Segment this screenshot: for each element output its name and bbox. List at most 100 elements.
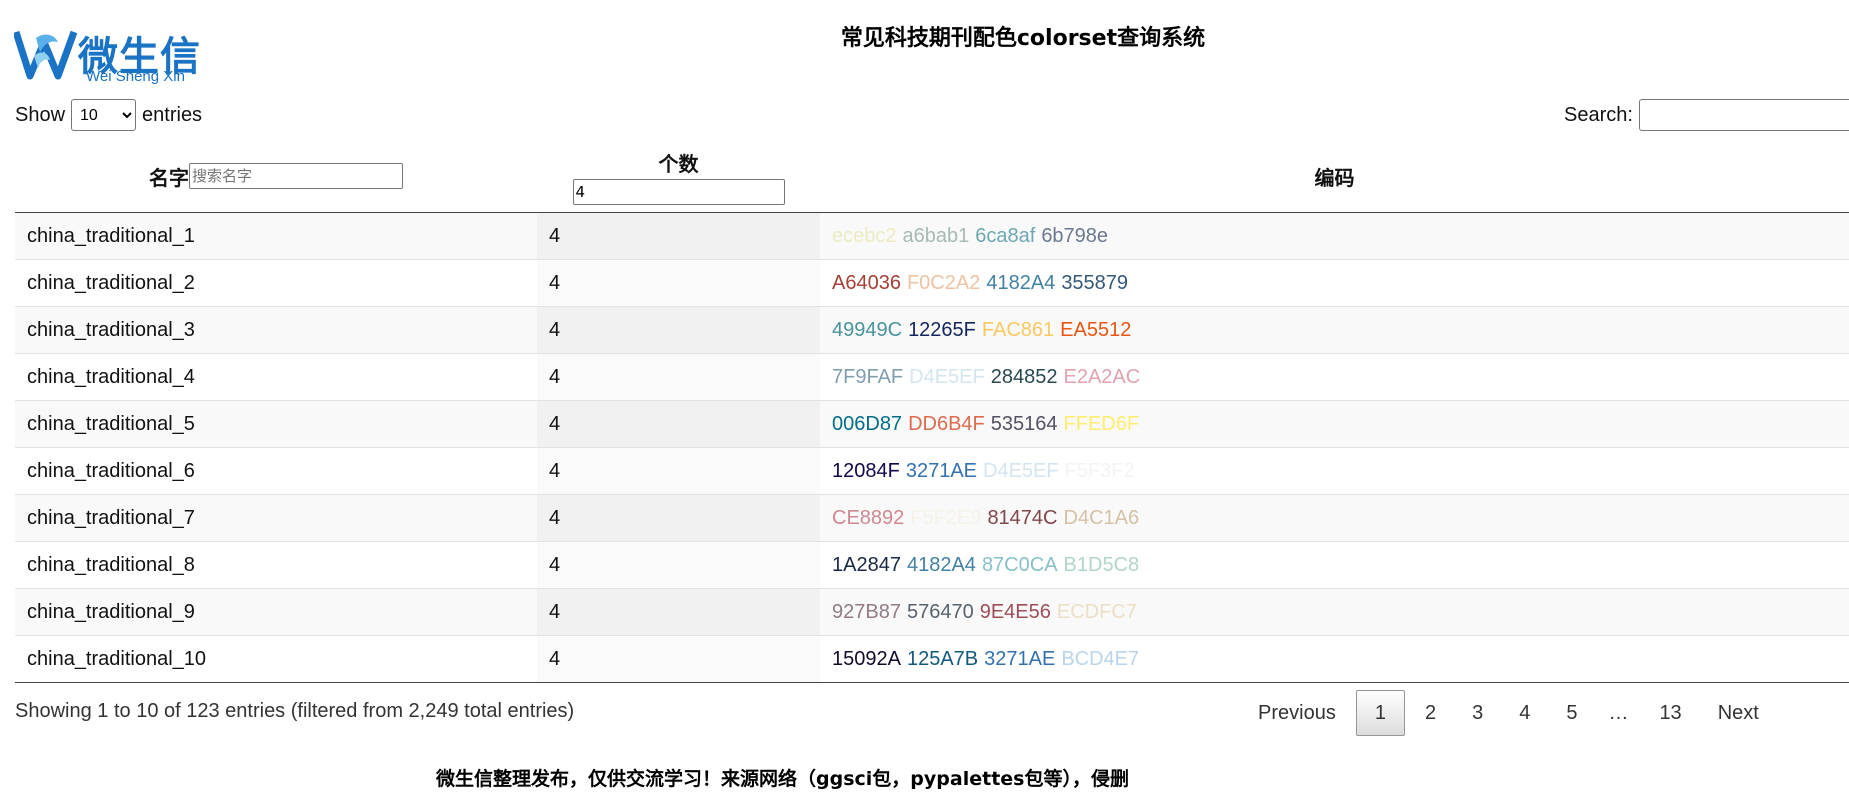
page-button-5[interactable]: 5: [1550, 690, 1593, 736]
colorset-name-cell: china_traditional_2: [15, 259, 537, 307]
table-row: china_traditional_1 4 ecebc2 a6bab1 6ca8af 6b…: [15, 212, 1849, 260]
page-button-4[interactable]: 4: [1503, 690, 1546, 736]
table-row: china_traditional_5 4 006D87 DD6B4F 535164 FF…: [15, 400, 1849, 448]
colorset-name-cell: china_traditional_8: [15, 541, 537, 589]
page-button-1[interactable]: 1: [1355, 690, 1405, 736]
color-code: 6b798e: [1041, 224, 1109, 247]
page-button-13[interactable]: 13: [1643, 690, 1697, 736]
color-code: CE8892: [832, 506, 905, 529]
column-name-label: 名字: [149, 165, 189, 190]
colorset-name-cell: china_traditional_9: [15, 588, 537, 636]
color-code: F0C2A2: [906, 271, 981, 294]
table-header-row: 名字 个数 编码: [15, 140, 1849, 213]
color-code: FAC861: [981, 318, 1055, 341]
page-button-3[interactable]: 3: [1456, 690, 1499, 736]
color-code: 355879: [1061, 271, 1129, 294]
color-code: FFED6F: [1063, 412, 1140, 435]
color-code: 9E4E56: [979, 600, 1051, 623]
color-code: E2A2AC: [1063, 365, 1141, 388]
pagination: Previous 1 2 3 4 5 … 13 Next: [1240, 690, 1777, 736]
pagination-ellipsis: …: [1608, 702, 1629, 724]
table-row: china_traditional_4 4 7F9FAF D4E5EF 284852 E2…: [15, 353, 1849, 401]
table-search: Search:: [1564, 99, 1849, 131]
color-codes-cell: CE8892 F5F2E9 81474C D4C1A6: [820, 494, 1849, 542]
table-row: china_traditional_10 4 15092A 125A7B 3271AE B…: [15, 635, 1849, 683]
colorset-name-cell: china_traditional_3: [15, 306, 537, 354]
table-row: china_traditional_9 4 927B87 576470 9E4E56 EC…: [15, 588, 1849, 636]
color-code: 535164: [990, 412, 1058, 435]
length-suffix-label: entries: [142, 103, 203, 126]
color-code: ECDFC7: [1056, 600, 1137, 623]
color-count-cell: 4: [537, 447, 820, 495]
length-prefix-label: Show: [15, 103, 66, 126]
color-codes-cell: 927B87 576470 9E4E56 ECDFC7: [820, 588, 1849, 636]
colorset-name-cell: china_traditional_6: [15, 447, 537, 495]
color-count-cell: 4: [537, 541, 820, 589]
color-code: BCD4E7: [1061, 647, 1140, 670]
color-code: 284852: [990, 365, 1058, 388]
color-count-cell: 4: [537, 212, 820, 260]
page-title: 常见科技期刊配色colorset查询系统: [840, 26, 1206, 51]
color-code: 576470: [906, 600, 974, 623]
color-codes-cell: 12084F 3271AE D4E5EF F5F3F2: [820, 447, 1849, 495]
table-row: china_traditional_6 4 12084F 3271AE D4E5EF F5…: [15, 447, 1849, 495]
color-code: 49949C: [832, 318, 903, 341]
column-header-count[interactable]: 个数: [537, 140, 820, 213]
color-code: 12265F: [908, 318, 976, 341]
color-code: D4C1A6: [1063, 506, 1140, 529]
color-codes-cell: 1A2847 4182A4 87C0CA B1D5C8: [820, 541, 1849, 589]
page-button-2[interactable]: 2: [1409, 690, 1452, 736]
color-count-cell: 4: [537, 353, 820, 401]
color-count-cell: 4: [537, 400, 820, 448]
color-code: F5F2E9: [910, 506, 982, 529]
colorset-name-cell: china_traditional_5: [15, 400, 537, 448]
column-header-codes[interactable]: 编码: [820, 140, 1849, 213]
color-code: ecebc2: [832, 224, 897, 247]
table-row: china_traditional_2 4 A64036 F0C2A2 4182A4 35…: [15, 259, 1849, 307]
footer-note: 微生信整理发布，仅供交流学习！来源网络（ggsci包，pypalettes包等）…: [0, 764, 1849, 791]
table-row: china_traditional_7 4 CE8892 F5F2E9 81474C D4…: [15, 494, 1849, 542]
color-code: 006D87: [832, 412, 903, 435]
color-count-cell: 4: [537, 588, 820, 636]
color-codes-cell: 15092A 125A7B 3271AE BCD4E7: [820, 635, 1849, 683]
color-codes-cell: 006D87 DD6B4F 535164 FFED6F: [820, 400, 1849, 448]
color-code: 6ca8af: [975, 224, 1036, 247]
next-button[interactable]: Next: [1702, 690, 1775, 736]
footer-text: 微生信整理发布，仅供交流学习！来源网络（ggsci包，pypalettes包等）…: [436, 768, 1129, 790]
brand-name-en: Wei Sheng Xin: [86, 68, 185, 85]
name-filter-input[interactable]: [189, 163, 403, 189]
color-code: B1D5C8: [1063, 553, 1140, 576]
entries-per-page-select[interactable]: 10: [71, 99, 137, 131]
column-header-name[interactable]: 名字: [15, 140, 537, 213]
color-codes-cell: ecebc2 a6bab1 6ca8af 6b798e: [820, 212, 1849, 260]
previous-button[interactable]: Previous: [1242, 690, 1352, 736]
color-count-cell: 4: [537, 635, 820, 683]
color-code: 81474C: [987, 506, 1058, 529]
table-body: china_traditional_1 4 ecebc2 a6bab1 6ca8af 6b…: [15, 212, 1849, 683]
color-code: 87C0CA: [981, 553, 1058, 576]
table-row: china_traditional_8 4 1A2847 4182A4 87C0CA B1…: [15, 541, 1849, 589]
color-code: a6bab1: [902, 224, 970, 247]
color-count-cell: 4: [537, 259, 820, 307]
color-code: 15092A: [832, 647, 901, 670]
color-code: 4182A4: [906, 553, 976, 576]
column-count-label: 个数: [658, 151, 699, 176]
color-codes-cell: A64036 F0C2A2 4182A4 355879: [820, 259, 1849, 307]
color-code: EA5512: [1060, 318, 1132, 341]
color-code: 4182A4: [986, 271, 1056, 294]
search-input[interactable]: [1638, 99, 1849, 131]
color-code: 3271AE: [984, 647, 1056, 670]
color-code: A64036: [832, 271, 901, 294]
color-code: D4E5EF: [983, 459, 1059, 482]
color-codes-cell: 7F9FAF D4E5EF 284852 E2A2AC: [820, 353, 1849, 401]
color-count-cell: 4: [537, 306, 820, 354]
search-label: Search:: [1564, 103, 1633, 126]
color-code: F5F3F2: [1064, 459, 1135, 482]
color-code: 3271AE: [905, 459, 978, 482]
entries-length-control: Show 10 entries: [15, 99, 202, 131]
color-codes-cell: 49949C 12265F FAC861 EA5512: [820, 306, 1849, 354]
table-info: Showing 1 to 10 of 123 entries (filtered…: [15, 700, 575, 722]
color-code: 1A2847: [832, 553, 901, 576]
colorset-table: 名字 个数 编码 china_traditional_14ecebc2a6bab…: [15, 140, 1849, 683]
count-filter-input[interactable]: [572, 178, 785, 205]
